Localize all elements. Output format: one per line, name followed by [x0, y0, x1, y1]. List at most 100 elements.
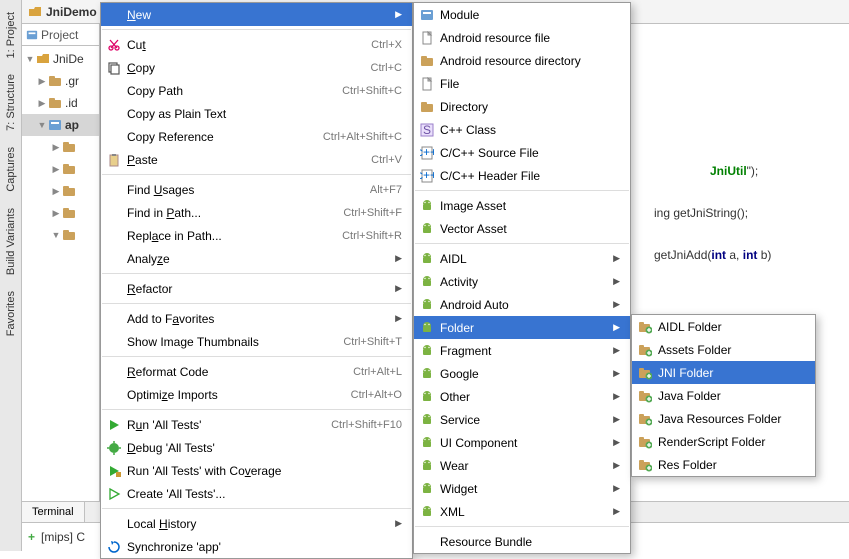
project-panel-header[interactable]: Project [22, 24, 99, 46]
new-folder-icon [638, 458, 652, 472]
tree-label: JniDe [53, 52, 84, 66]
menu-find-usages[interactable]: Find UsagesAlt+F7 [101, 178, 412, 201]
menu-new-other[interactable]: Other▶ [414, 385, 630, 408]
code-token: JniUtil [710, 164, 747, 178]
menu-new-android-res-file[interactable]: Android resource file [414, 26, 630, 49]
menu-new-module[interactable]: Module [414, 3, 630, 26]
menu-find-in-path[interactable]: Find in Path...Ctrl+Shift+F [101, 201, 412, 224]
menu-new-ui-component[interactable]: UI Component▶ [414, 431, 630, 454]
menu-new-android-auto[interactable]: Android Auto▶ [414, 293, 630, 316]
tree-row[interactable]: ▶.gr [22, 70, 99, 92]
menu-new-folder[interactable]: Folder▶ [414, 316, 630, 339]
menu-new-fragment[interactable]: Fragment▶ [414, 339, 630, 362]
new-folder-icon [638, 412, 652, 426]
project-icon [28, 5, 42, 19]
toolstrip-project[interactable]: 1: Project [3, 4, 19, 66]
menu-new-file[interactable]: File [414, 72, 630, 95]
menu-analyze[interactable]: Analyze▶ [101, 247, 412, 270]
paste-icon [107, 153, 121, 167]
toolstrip-build-variants[interactable]: Build Variants [3, 200, 19, 283]
menu-paste[interactable]: PasteCtrl+V [101, 148, 412, 171]
menu-debug[interactable]: Debug 'All Tests' [101, 436, 412, 459]
toolstrip-structure[interactable]: 7: Structure [3, 66, 19, 139]
menu-replace-in-path[interactable]: Replace in Path...Ctrl+Shift+R [101, 224, 412, 247]
folder-icon [36, 52, 50, 66]
android-icon [420, 505, 434, 519]
run-icon [107, 418, 121, 432]
new-folder-icon [638, 320, 652, 334]
menu-copy-path[interactable]: Copy PathCtrl+Shift+C [101, 79, 412, 102]
folder-icon [62, 140, 76, 154]
plus-icon[interactable]: + [28, 530, 35, 544]
menu-folder-jni[interactable]: JNI Folder [632, 361, 815, 384]
android-icon [420, 199, 434, 213]
tree-row[interactable]: ▶ [22, 136, 99, 158]
tree-row[interactable]: ▼ [22, 224, 99, 246]
menu-folder-res[interactable]: Res Folder [632, 453, 815, 476]
menu-new-image-asset[interactable]: Image Asset [414, 194, 630, 217]
menu-folder-assets[interactable]: Assets Folder [632, 338, 815, 361]
code-token: ing getJniString(); [654, 206, 748, 220]
android-icon [420, 222, 434, 236]
android-icon [420, 321, 434, 335]
tab-terminal[interactable]: Terminal [22, 502, 85, 522]
menu-create-tests[interactable]: Create 'All Tests'... [101, 482, 412, 505]
menu-new-aidl[interactable]: AIDL▶ [414, 247, 630, 270]
menu-new-widget[interactable]: Widget▶ [414, 477, 630, 500]
tree-row[interactable]: ▶ [22, 202, 99, 224]
menu-run-coverage[interactable]: Run 'All Tests' with Coverage [101, 459, 412, 482]
menu-refactor[interactable]: Refactor▶ [101, 277, 412, 300]
menu-synchronize[interactable]: Synchronize 'app' [101, 535, 412, 558]
module-icon [48, 118, 62, 132]
scissors-icon [107, 38, 121, 52]
menu-new-directory[interactable]: Directory [414, 95, 630, 118]
menu-copy-plain[interactable]: Copy as Plain Text [101, 102, 412, 125]
menu-folder-java-res[interactable]: Java Resources Folder [632, 407, 815, 430]
menu-reformat[interactable]: Reformat CodeCtrl+Alt+L [101, 360, 412, 383]
menu-new-android-res-dir[interactable]: Android resource directory [414, 49, 630, 72]
tree-label: ap [65, 118, 79, 132]
code-token: a, [726, 248, 743, 262]
toolstrip-favorites[interactable]: Favorites [3, 283, 19, 344]
menu-new-google[interactable]: Google▶ [414, 362, 630, 385]
project-tree: ▼JniDe ▶.gr ▶.id ▼ap ▶ ▶ ▶ ▶ ▼ [22, 46, 99, 248]
folder-icon [62, 206, 76, 220]
menu-new-c-source[interactable]: C/C++ Source File [414, 141, 630, 164]
tree-row[interactable]: ▶ [22, 158, 99, 180]
project-header-label: Project [41, 28, 78, 42]
menu-new-wear[interactable]: Wear▶ [414, 454, 630, 477]
menu-optimize-imports[interactable]: Optimize ImportsCtrl+Alt+O [101, 383, 412, 406]
menu-new[interactable]: NNewew▶ [101, 3, 412, 26]
tree-row-app[interactable]: ▼ap [22, 114, 99, 136]
tree-row[interactable]: ▶.id [22, 92, 99, 114]
debug-icon [107, 441, 121, 455]
menu-show-thumbnails[interactable]: Show Image ThumbnailsCtrl+Shift+T [101, 330, 412, 353]
toolstrip-captures[interactable]: Captures [3, 139, 19, 200]
menu-add-favorites[interactable]: Add to Favorites▶ [101, 307, 412, 330]
tree-row[interactable]: ▶ [22, 180, 99, 202]
menu-new-resource-bundle[interactable]: Resource Bundle [414, 530, 630, 553]
menu-new-vector-asset[interactable]: Vector Asset [414, 217, 630, 240]
menu-copy[interactable]: CopyCtrl+C [101, 56, 412, 79]
left-tool-strip: 1: Project 7: Structure Captures Build V… [0, 0, 22, 551]
menu-folder-aidl[interactable]: AIDL Folder [632, 315, 815, 338]
file-icon [420, 31, 434, 45]
menu-new-c-header[interactable]: C/C++ Header File [414, 164, 630, 187]
menu-new-service[interactable]: Service▶ [414, 408, 630, 431]
menu-folder-renderscript[interactable]: RenderScript Folder [632, 430, 815, 453]
android-icon [420, 252, 434, 266]
sync-icon [107, 540, 121, 554]
menu-local-history[interactable]: Local History▶ [101, 512, 412, 535]
menu-folder-java[interactable]: Java Folder [632, 384, 815, 407]
menu-run[interactable]: Run 'All Tests'Ctrl+Shift+F10 [101, 413, 412, 436]
new-folder-icon [638, 435, 652, 449]
menu-copy-ref[interactable]: Copy ReferenceCtrl+Alt+Shift+C [101, 125, 412, 148]
android-icon [420, 298, 434, 312]
android-icon [420, 482, 434, 496]
tree-row-root[interactable]: ▼JniDe [22, 48, 99, 70]
menu-new-cpp-class[interactable]: C++ Class [414, 118, 630, 141]
menu-new-activity[interactable]: Activity▶ [414, 270, 630, 293]
menu-cut[interactable]: CutCtrl+X [101, 33, 412, 56]
menu-new-xml[interactable]: XML▶ [414, 500, 630, 523]
folder-icon [420, 54, 434, 68]
